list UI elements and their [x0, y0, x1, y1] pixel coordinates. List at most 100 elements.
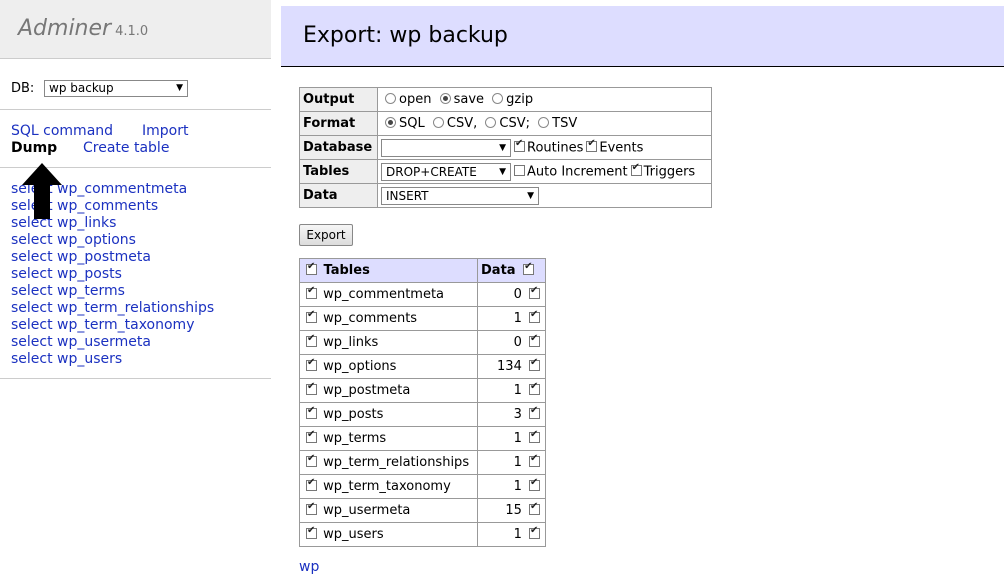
row-count: 3 — [513, 407, 522, 422]
format-tsv-label[interactable]: TSV — [552, 116, 577, 131]
output-gzip-label[interactable]: gzip — [506, 92, 533, 107]
dump-link[interactable]: Dump — [11, 140, 57, 156]
row-count: 1 — [513, 479, 522, 494]
format-csv-semicolon-label[interactable]: CSV; — [499, 116, 530, 131]
table-name[interactable]: wp_users — [323, 527, 384, 542]
divider — [0, 109, 271, 110]
table-checkbox[interactable] — [306, 381, 317, 395]
format-sql-label[interactable]: SQL — [399, 116, 425, 131]
table-link[interactable]: select wp_usermeta — [11, 334, 151, 350]
format-tsv-radio[interactable] — [538, 117, 550, 128]
output-label: Output — [299, 87, 378, 112]
table-name[interactable]: wp_links — [323, 335, 378, 350]
page-header: Export: wp backup — [281, 6, 1004, 67]
routines-label[interactable]: Routines — [527, 140, 583, 155]
export-button[interactable]: Export — [299, 224, 353, 246]
output-open-label[interactable]: open — [399, 92, 431, 107]
table-link[interactable]: select wp_users — [11, 351, 122, 367]
table-name[interactable]: wp_posts — [323, 407, 383, 422]
format-sql-radio[interactable] — [385, 117, 396, 128]
data-label: Data — [299, 183, 378, 208]
routines-checkbox[interactable] — [514, 138, 525, 152]
format-csv-comma-radio[interactable] — [432, 117, 444, 128]
table-link[interactable]: select wp_term_taxonomy — [11, 317, 194, 333]
data-checkbox[interactable] — [529, 477, 540, 491]
tables-row: Tables DROP+CREATE ▼ Auto Increment Trigger… — [299, 159, 712, 184]
row-count: 1 — [513, 383, 522, 398]
table-row: wp_links 0 — [299, 330, 546, 355]
table-link[interactable]: select wp_posts — [11, 266, 122, 282]
output-gzip-radio[interactable] — [492, 93, 504, 104]
table-row: wp_usermeta 15 — [299, 498, 546, 523]
table-name[interactable]: wp_commentmeta — [323, 287, 444, 302]
export-options-form: Output open save gzip Format SQL CSV, CS… — [299, 87, 712, 208]
app-version: 4.1.0 — [115, 24, 149, 39]
output-open-radio[interactable] — [385, 93, 396, 104]
table-name[interactable]: wp_usermeta — [323, 503, 410, 518]
data-checkbox[interactable] — [529, 333, 540, 347]
chevron-down-icon: ▼ — [499, 166, 506, 177]
table-link[interactable]: select wp_term_relationships — [11, 300, 214, 316]
table-checkbox[interactable] — [306, 285, 317, 299]
database-label: Database — [299, 135, 378, 160]
table-checkbox[interactable] — [306, 501, 317, 515]
table-checkbox[interactable] — [306, 357, 317, 371]
auto-increment-checkbox[interactable] — [514, 165, 525, 176]
format-label: Format — [299, 111, 378, 136]
page-title: Export: wp backup — [303, 23, 508, 48]
table-name[interactable]: wp_options — [323, 359, 396, 374]
table-name[interactable]: wp_term_taxonomy — [323, 479, 451, 494]
output-save-radio[interactable] — [439, 93, 451, 104]
select-all-data-checkbox[interactable] — [523, 261, 535, 275]
arrow-up-icon — [22, 163, 62, 219]
table-row: wp_commentmeta 0 — [299, 282, 546, 307]
table-name[interactable]: wp_comments — [323, 311, 417, 326]
table-checkbox[interactable] — [306, 525, 317, 539]
create-table-link[interactable]: Create table — [83, 140, 169, 156]
database-select[interactable]: ▼ — [381, 138, 511, 157]
import-link[interactable]: Import — [142, 123, 188, 139]
table-checkbox[interactable] — [306, 405, 317, 419]
auto-increment-label[interactable]: Auto Increment — [527, 164, 628, 179]
data-checkbox[interactable] — [529, 525, 540, 539]
data-checkbox[interactable] — [529, 453, 540, 467]
schema-link[interactable]: wp — [299, 559, 319, 575]
data-header: Data — [481, 263, 516, 278]
triggers-label[interactable]: Triggers — [644, 164, 696, 179]
row-count: 15 — [505, 503, 522, 518]
data-checkbox[interactable] — [529, 429, 540, 443]
select-all-tables-checkbox[interactable] — [306, 261, 317, 275]
output-save-label[interactable]: save — [454, 92, 484, 107]
data-checkbox[interactable] — [529, 309, 540, 323]
output-row: Output open save gzip — [299, 87, 712, 112]
table-link[interactable]: select wp_terms — [11, 283, 125, 299]
data-checkbox[interactable] — [529, 405, 540, 419]
table-checkbox[interactable] — [306, 429, 317, 443]
table-name[interactable]: wp_postmeta — [323, 383, 410, 398]
db-select[interactable]: wp backup ▼ — [44, 80, 188, 97]
table-name[interactable]: wp_terms — [323, 431, 386, 446]
table-name[interactable]: wp_term_relationships — [323, 455, 469, 470]
data-checkbox[interactable] — [529, 357, 540, 371]
data-checkbox[interactable] — [529, 285, 540, 299]
data-select[interactable]: INSERT ▼ — [381, 186, 539, 205]
triggers-checkbox[interactable] — [630, 162, 642, 176]
table-checkbox[interactable] — [306, 333, 317, 347]
data-checkbox[interactable] — [529, 501, 540, 515]
table-link[interactable]: select wp_postmeta — [11, 249, 151, 265]
data-checkbox[interactable] — [529, 381, 540, 395]
divider — [0, 378, 271, 379]
format-csv-comma-label[interactable]: CSV, — [447, 116, 477, 131]
app-name[interactable]: Adminer — [18, 16, 111, 41]
data-row: Data INSERT ▼ — [299, 183, 712, 208]
format-csv-semicolon-radio[interactable] — [485, 117, 497, 128]
events-checkbox[interactable] — [586, 138, 598, 152]
row-count: 0 — [513, 287, 522, 302]
table-checkbox[interactable] — [306, 453, 317, 467]
table-link[interactable]: select wp_options — [11, 232, 136, 248]
events-label[interactable]: Events — [599, 140, 643, 155]
tables-select[interactable]: DROP+CREATE ▼ — [381, 162, 511, 181]
table-checkbox[interactable] — [306, 477, 317, 491]
sql-command-link[interactable]: SQL command — [11, 123, 113, 139]
table-checkbox[interactable] — [306, 309, 317, 323]
